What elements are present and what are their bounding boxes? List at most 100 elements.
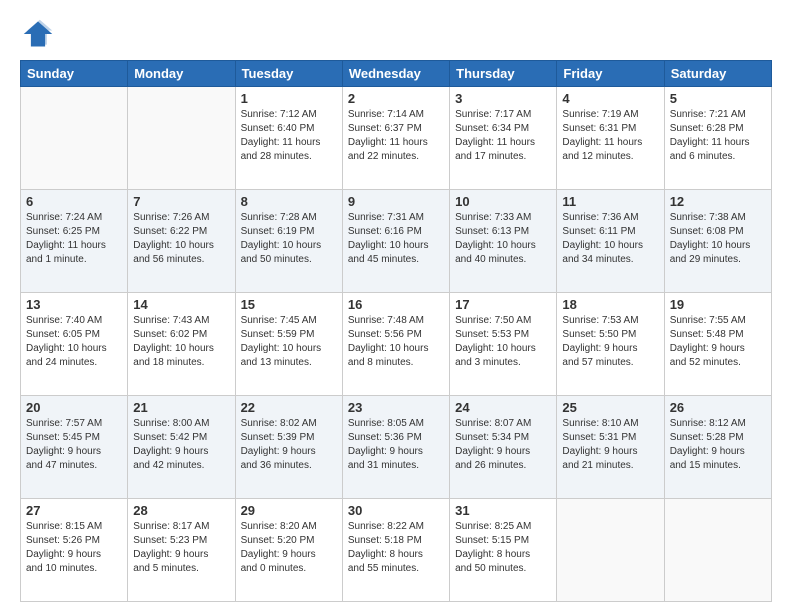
day-number: 21 [133, 400, 229, 415]
calendar-table: SundayMondayTuesdayWednesdayThursdayFrid… [20, 60, 772, 602]
calendar-cell: 13 Sunrise: 7:40 AM Sunset: 6:05 PM Dayli… [21, 293, 128, 396]
day-number: 18 [562, 297, 658, 312]
calendar-cell: 31 Sunrise: 8:25 AM Sunset: 5:15 PM Dayli… [450, 499, 557, 602]
calendar-cell: 9 Sunrise: 7:31 AM Sunset: 6:16 PM Daylig… [342, 190, 449, 293]
page: SundayMondayTuesdayWednesdayThursdayFrid… [0, 0, 792, 612]
calendar-cell: 1 Sunrise: 7:12 AM Sunset: 6:40 PM Daylig… [235, 87, 342, 190]
calendar-cell: 7 Sunrise: 7:26 AM Sunset: 6:22 PM Daylig… [128, 190, 235, 293]
day-number: 2 [348, 91, 444, 106]
calendar-cell: 15 Sunrise: 7:45 AM Sunset: 5:59 PM Dayli… [235, 293, 342, 396]
weekday-header-monday: Monday [128, 61, 235, 87]
calendar-cell [128, 87, 235, 190]
calendar-cell [664, 499, 771, 602]
calendar-cell: 23Sunrise: 8:05 AM Sunset: 5:36 PM Dayli… [342, 396, 449, 499]
weekday-header-saturday: Saturday [664, 61, 771, 87]
calendar-cell: 5Sunrise: 7:21 AM Sunset: 6:28 PM Daylig… [664, 87, 771, 190]
cell-text: Sunrise: 8:17 AM Sunset: 5:23 PM Dayligh… [133, 520, 229, 576]
calendar-cell: 19 Sunrise: 7:55 AM Sunset: 5:48 PM Dayli… [664, 293, 771, 396]
cell-text: Sunrise: 7:43 AM Sunset: 6:02 PM Dayligh… [133, 314, 229, 370]
day-number: 14 [133, 297, 229, 312]
day-number: 11 [562, 194, 658, 209]
cell-text: Sunrise: 8:02 AM Sunset: 5:39 PM Dayligh… [241, 417, 337, 473]
calendar-cell: 25 Sunrise: 8:10 AM Sunset: 5:31 PM Dayli… [557, 396, 664, 499]
cell-text: Sunrise: 8:20 AM Sunset: 5:20 PM Dayligh… [241, 520, 337, 576]
calendar-cell: 30Sunrise: 8:22 AM Sunset: 5:18 PM Dayli… [342, 499, 449, 602]
cell-text: Sunrise: 8:22 AM Sunset: 5:18 PM Dayligh… [348, 520, 444, 576]
day-number: 12 [670, 194, 766, 209]
cell-text: Sunrise: 8:12 AM Sunset: 5:28 PM Dayligh… [670, 417, 766, 473]
day-number: 6 [26, 194, 122, 209]
cell-text: Sunrise: 7:36 AM Sunset: 6:11 PM Dayligh… [562, 211, 658, 267]
cell-text: Sunrise: 7:28 AM Sunset: 6:19 PM Dayligh… [241, 211, 337, 267]
calendar-cell: 26 Sunrise: 8:12 AM Sunset: 5:28 PM Dayli… [664, 396, 771, 499]
cell-text: Sunrise: 7:45 AM Sunset: 5:59 PM Dayligh… [241, 314, 337, 370]
day-number: 13 [26, 297, 122, 312]
cell-text: Sunrise: 8:15 AM Sunset: 5:26 PM Dayligh… [26, 520, 122, 576]
day-number: 19 [670, 297, 766, 312]
day-number: 4 [562, 91, 658, 106]
logo [20, 18, 60, 50]
calendar-week-row: 13 Sunrise: 7:40 AM Sunset: 6:05 PM Dayli… [21, 293, 772, 396]
day-number: 25 [562, 400, 658, 415]
cell-text: Sunrise: 7:12 AM Sunset: 6:40 PM Dayligh… [241, 108, 337, 164]
calendar-cell: 8 Sunrise: 7:28 AM Sunset: 6:19 PM Daylig… [235, 190, 342, 293]
cell-text: Sunrise: 7:31 AM Sunset: 6:16 PM Dayligh… [348, 211, 444, 267]
weekday-header-row: SundayMondayTuesdayWednesdayThursdayFrid… [21, 61, 772, 87]
day-number: 22 [241, 400, 337, 415]
cell-text: Sunrise: 8:25 AM Sunset: 5:15 PM Dayligh… [455, 520, 551, 576]
calendar-cell: 14 Sunrise: 7:43 AM Sunset: 6:02 PM Dayli… [128, 293, 235, 396]
day-number: 3 [455, 91, 551, 106]
day-number: 7 [133, 194, 229, 209]
day-number: 24 [455, 400, 551, 415]
cell-text: Sunrise: 7:14 AM Sunset: 6:37 PM Dayligh… [348, 108, 444, 164]
cell-text: Sunrise: 7:17 AM Sunset: 6:34 PM Dayligh… [455, 108, 551, 164]
calendar-cell: 28 Sunrise: 8:17 AM Sunset: 5:23 PM Dayli… [128, 499, 235, 602]
calendar-week-row: 27 Sunrise: 8:15 AM Sunset: 5:26 PM Dayli… [21, 499, 772, 602]
cell-text: Sunrise: 7:38 AM Sunset: 6:08 PM Dayligh… [670, 211, 766, 267]
calendar-cell: 24 Sunrise: 8:07 AM Sunset: 5:34 PM Dayli… [450, 396, 557, 499]
calendar-cell: 21 Sunrise: 8:00 AM Sunset: 5:42 PM Dayli… [128, 396, 235, 499]
day-number: 29 [241, 503, 337, 518]
weekday-header-sunday: Sunday [21, 61, 128, 87]
cell-text: Sunrise: 7:19 AM Sunset: 6:31 PM Dayligh… [562, 108, 658, 164]
cell-text: Sunrise: 7:40 AM Sunset: 6:05 PM Dayligh… [26, 314, 122, 370]
day-number: 17 [455, 297, 551, 312]
day-number: 27 [26, 503, 122, 518]
calendar-cell: 11 Sunrise: 7:36 AM Sunset: 6:11 PM Dayli… [557, 190, 664, 293]
weekday-header-friday: Friday [557, 61, 664, 87]
day-number: 1 [241, 91, 337, 106]
logo-icon [20, 18, 56, 50]
calendar-week-row: 1 Sunrise: 7:12 AM Sunset: 6:40 PM Daylig… [21, 87, 772, 190]
day-number: 20 [26, 400, 122, 415]
day-number: 28 [133, 503, 229, 518]
cell-text: Sunrise: 7:33 AM Sunset: 6:13 PM Dayligh… [455, 211, 551, 267]
cell-text: Sunrise: 8:07 AM Sunset: 5:34 PM Dayligh… [455, 417, 551, 473]
weekday-header-tuesday: Tuesday [235, 61, 342, 87]
day-number: 9 [348, 194, 444, 209]
calendar-cell: 12 Sunrise: 7:38 AM Sunset: 6:08 PM Dayli… [664, 190, 771, 293]
day-number: 10 [455, 194, 551, 209]
day-number: 23 [348, 400, 444, 415]
day-number: 15 [241, 297, 337, 312]
cell-text: Sunrise: 7:57 AM Sunset: 5:45 PM Dayligh… [26, 417, 122, 473]
calendar-cell: 22 Sunrise: 8:02 AM Sunset: 5:39 PM Dayli… [235, 396, 342, 499]
cell-text: Sunrise: 7:21 AM Sunset: 6:28 PM Dayligh… [670, 108, 766, 164]
calendar-cell: 2 Sunrise: 7:14 AM Sunset: 6:37 PM Daylig… [342, 87, 449, 190]
header [20, 18, 772, 50]
cell-text: Sunrise: 8:00 AM Sunset: 5:42 PM Dayligh… [133, 417, 229, 473]
day-number: 31 [455, 503, 551, 518]
weekday-header-wednesday: Wednesday [342, 61, 449, 87]
cell-text: Sunrise: 7:55 AM Sunset: 5:48 PM Dayligh… [670, 314, 766, 370]
cell-text: Sunrise: 7:50 AM Sunset: 5:53 PM Dayligh… [455, 314, 551, 370]
cell-text: Sunrise: 7:26 AM Sunset: 6:22 PM Dayligh… [133, 211, 229, 267]
cell-text: Sunrise: 8:10 AM Sunset: 5:31 PM Dayligh… [562, 417, 658, 473]
calendar-week-row: 6Sunrise: 7:24 AM Sunset: 6:25 PM Daylig… [21, 190, 772, 293]
cell-text: Sunrise: 7:53 AM Sunset: 5:50 PM Dayligh… [562, 314, 658, 370]
day-number: 26 [670, 400, 766, 415]
calendar-cell: 17 Sunrise: 7:50 AM Sunset: 5:53 PM Dayli… [450, 293, 557, 396]
calendar-cell [21, 87, 128, 190]
calendar-cell: 6Sunrise: 7:24 AM Sunset: 6:25 PM Daylig… [21, 190, 128, 293]
day-number: 8 [241, 194, 337, 209]
calendar-cell: 27 Sunrise: 8:15 AM Sunset: 5:26 PM Dayli… [21, 499, 128, 602]
calendar-cell: 3 Sunrise: 7:17 AM Sunset: 6:34 PM Daylig… [450, 87, 557, 190]
